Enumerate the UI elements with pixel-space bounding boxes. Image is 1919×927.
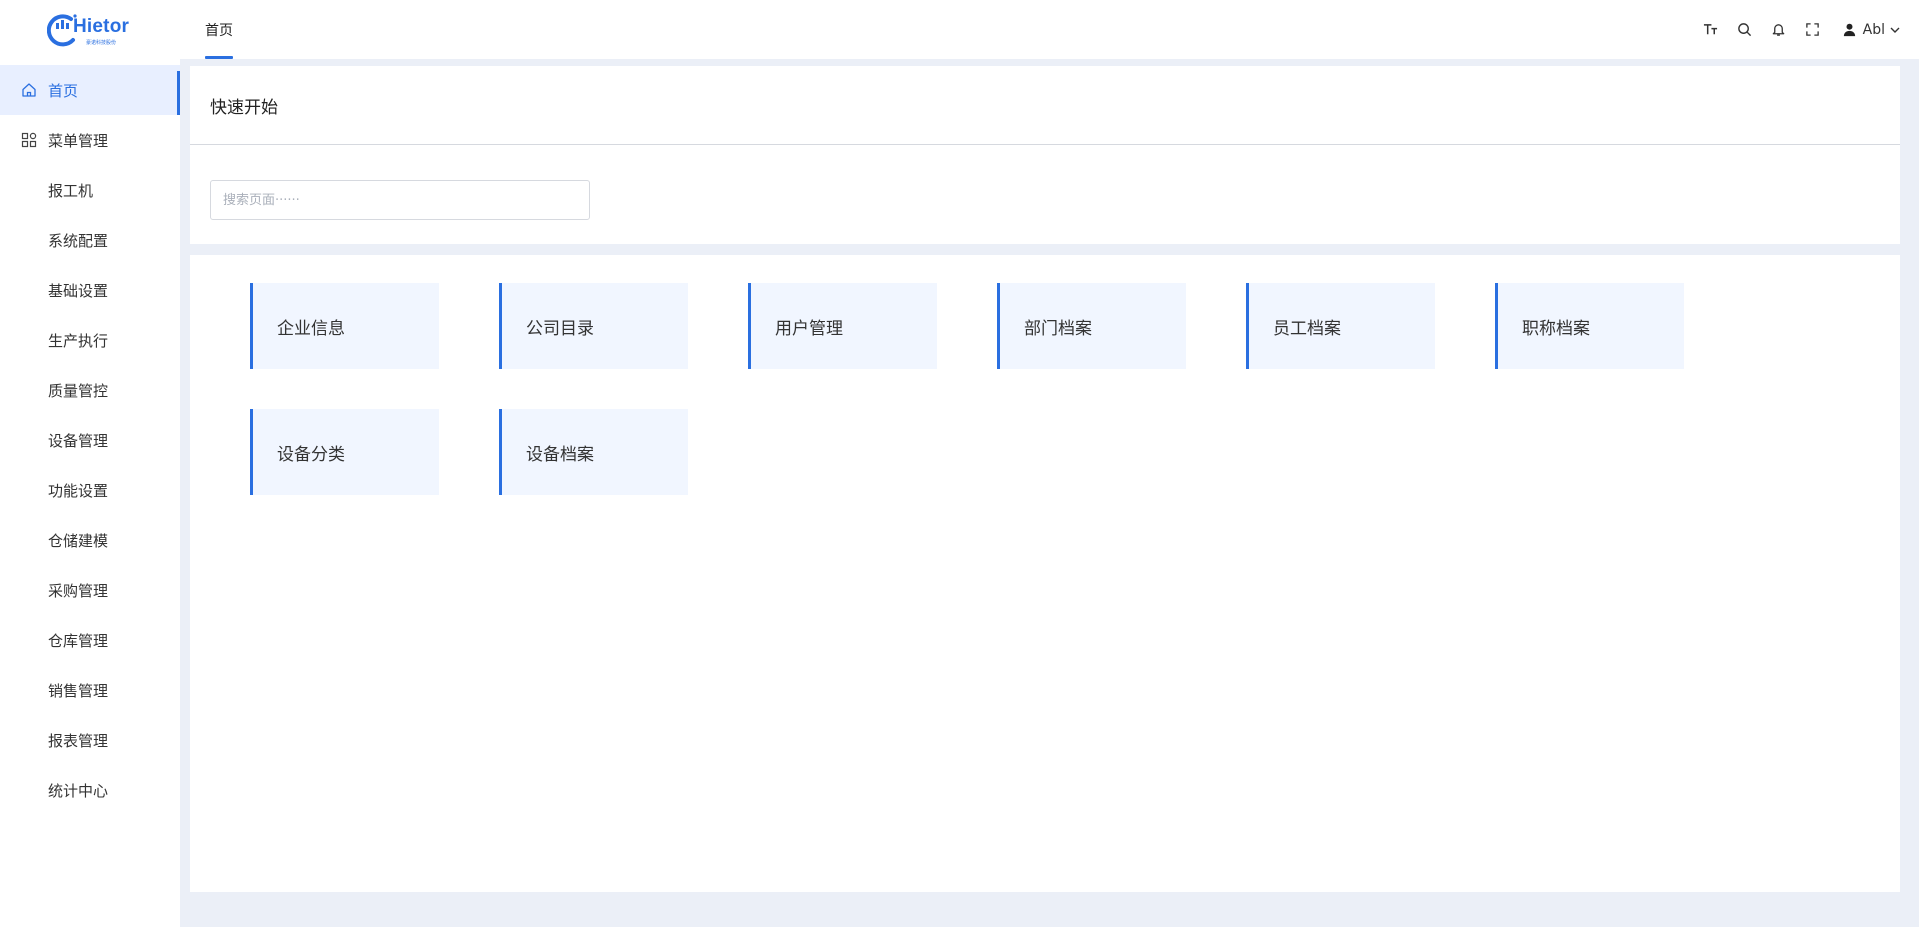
sidebar-item-label: 仓库管理 — [48, 631, 109, 650]
quick-link-card[interactable]: 公司目录 — [499, 283, 688, 369]
user-menu[interactable]: Abl — [1842, 22, 1901, 38]
sidebar-item-label: 采购管理 — [48, 581, 109, 600]
sidebar-item-label: 销售管理 — [48, 681, 109, 700]
sidebar-item-label: 系统配置 — [48, 231, 109, 250]
tab-home-label: 首页 — [205, 22, 233, 39]
sidebar-item-label: 功能设置 — [48, 481, 109, 500]
divider — [190, 144, 1900, 145]
card-label: 设备分类 — [277, 444, 345, 465]
sidebar-item-label: 统计中心 — [48, 781, 109, 800]
logo-subtext: 豪诺科技股份 — [86, 40, 117, 46]
sidebar-item-label: 仓储建模 — [48, 531, 109, 550]
font-size-glyph — [1704, 24, 1718, 35]
user-name: Abl — [1862, 21, 1885, 38]
logo-text: Hietor — [73, 16, 130, 37]
app-logo[interactable]: Hietor 豪诺科技股份 — [47, 10, 131, 48]
quick-link-card[interactable]: 员工档案 — [1246, 283, 1435, 369]
sidebar-item-label: 生产执行 — [48, 331, 109, 350]
search-icon[interactable] — [1728, 13, 1762, 47]
quick-link-card[interactable]: 企业信息 — [250, 283, 439, 369]
sidebar-item-menu-management[interactable]: 菜单管理 — [0, 115, 180, 165]
sidebar-item-home[interactable]: 首页 — [0, 65, 180, 115]
card-label: 员工档案 — [1273, 318, 1341, 339]
sidebar-item-system-config[interactable]: 系统配置 — [0, 215, 180, 265]
fullscreen-icon[interactable] — [1796, 13, 1830, 47]
quick-link-card[interactable]: 用户管理 — [748, 283, 937, 369]
card-label: 职称档案 — [1522, 318, 1590, 339]
sidebar-item-reporting-machine[interactable]: 报工机 — [0, 165, 180, 215]
font-size-icon[interactable] — [1694, 13, 1728, 47]
card-label: 公司目录 — [526, 318, 594, 339]
sidebar-item-purchasing[interactable]: 采购管理 — [0, 565, 180, 615]
sidebar-item-reports[interactable]: 报表管理 — [0, 715, 180, 765]
quick-link-card[interactable]: 设备分类 — [250, 409, 439, 495]
quick-link-card[interactable]: 职称档案 — [1495, 283, 1684, 369]
sidebar-item-function-settings[interactable]: 功能设置 — [0, 465, 180, 515]
sidebar-item-label: 设备管理 — [48, 431, 109, 450]
quick-link-card[interactable]: 部门档案 — [997, 283, 1186, 369]
search-input[interactable] — [210, 180, 590, 220]
card-label: 企业信息 — [277, 318, 345, 339]
sidebar: 首页 菜单管理 报工机 系统配置 基础设置 生产执行 质量管控 设备管理 功能设… — [0, 59, 180, 927]
sidebar-item-statistics[interactable]: 统计中心 — [0, 765, 180, 815]
chevron-down-icon — [1890, 27, 1900, 33]
header-toolbar: Abl — [1694, 0, 1901, 59]
card-label: 设备档案 — [526, 444, 594, 465]
search-glyph — [1738, 23, 1752, 37]
sidebar-item-sales[interactable]: 销售管理 — [0, 665, 180, 715]
top-header: Hietor 豪诺科技股份 首页 Abl — [0, 0, 1919, 59]
active-tab-indicator — [205, 56, 233, 59]
sidebar-item-label: 报工机 — [48, 181, 94, 200]
sidebar-item-production[interactable]: 生产执行 — [0, 315, 180, 365]
sidebar-item-basic-settings[interactable]: 基础设置 — [0, 265, 180, 315]
quick-links-panel: 企业信息 公司目录 用户管理 部门档案 员工档案 职称档案 设备分类 设备档案 — [190, 255, 1900, 892]
sidebar-item-label: 基础设置 — [48, 281, 109, 300]
sidebar-item-storage-modeling[interactable]: 仓储建模 — [0, 515, 180, 565]
quick-start-panel: 快速开始 — [190, 66, 1900, 244]
bell-icon[interactable] — [1762, 13, 1796, 47]
sidebar-item-label: 质量管控 — [48, 381, 109, 400]
tab-home[interactable]: 首页 — [205, 0, 233, 59]
user-icon — [1843, 23, 1855, 37]
quick-link-card[interactable]: 设备档案 — [499, 409, 688, 495]
fullscreen-glyph — [1806, 23, 1819, 36]
sidebar-item-equipment[interactable]: 设备管理 — [0, 415, 180, 465]
bell-glyph — [1772, 24, 1785, 36]
sidebar-item-label: 首页 — [48, 81, 79, 100]
page-title: 快速开始 — [210, 98, 278, 118]
card-label: 部门档案 — [1024, 318, 1092, 339]
sidebar-item-label: 报表管理 — [48, 731, 109, 750]
grid-icon — [21, 132, 37, 148]
sidebar-item-label: 菜单管理 — [48, 131, 109, 150]
home-icon — [22, 83, 36, 97]
card-label: 用户管理 — [775, 318, 843, 339]
sidebar-item-quality[interactable]: 质量管控 — [0, 365, 180, 415]
sidebar-item-warehouse[interactable]: 仓库管理 — [0, 615, 180, 665]
